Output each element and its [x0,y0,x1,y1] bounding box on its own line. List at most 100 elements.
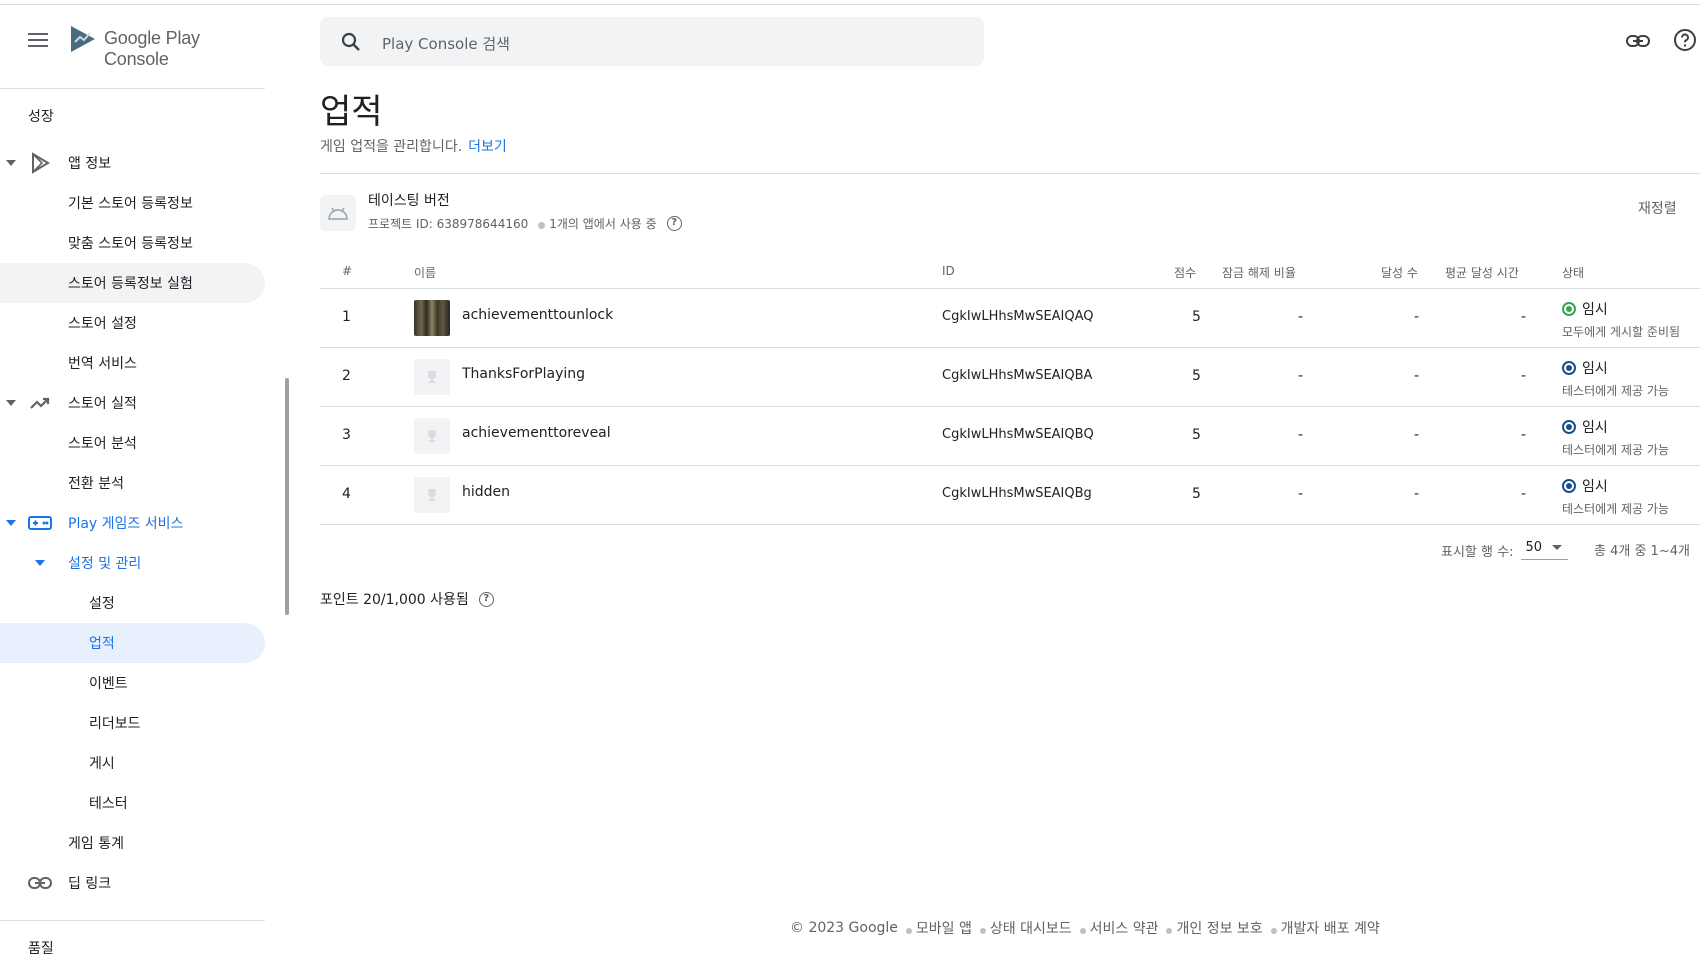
divider [0,88,265,89]
status-detail: 테스터에게 제공 가능 [1562,502,1669,516]
page-subtitle: 게임 업적을 관리합니다. 더보기 [320,136,507,156]
learn-more-link[interactable]: 더보기 [468,139,507,155]
col-unlock-rate[interactable]: 잠금 해제 비율 [1222,264,1296,281]
achievement-name[interactable]: hidden [462,484,510,500]
sidebar-item-label: 전환 분석 [68,476,124,492]
play-console-logo [71,26,95,52]
reorder-button[interactable]: 재정렬 [1638,198,1677,218]
sidebar-item-label: 설정 [89,596,115,612]
status-detail: 테스터에게 제공 가능 [1562,443,1669,457]
sidebar-item-store-performance[interactable]: 스토어 실적 [0,383,265,423]
separator-dot [1270,928,1277,934]
sidebar-item-events[interactable]: 이벤트 [0,663,265,703]
search-icon [341,32,360,51]
footer-link-dev-agreement[interactable]: 개발자 배포 계약 [1281,918,1380,938]
draft-status-icon [1562,420,1576,434]
sidebar-item-publishing[interactable]: 게시 [0,743,265,783]
chevron-down-icon[interactable] [6,160,16,166]
achievements-table: # 이름 ID 점수 잠금 해제 비율 달성 수 평균 달성 시간 상태 1 a… [320,254,1700,525]
status-label: 임시 [1582,420,1608,436]
status-detail: 모두에게 게시할 준비됨 [1562,325,1681,339]
sidebar-item-leaderboards[interactable]: 리더보드 [0,703,265,743]
sidebar-item-setup[interactable]: 설정 [0,583,265,623]
section-quality: 품질 [28,941,54,957]
chevron-down-icon[interactable] [6,520,16,526]
avg-time: - [1521,368,1527,384]
menu-icon[interactable] [28,33,48,47]
points-used: 포인트 20/1,000 사용됨 ? [320,589,494,609]
sidebar-item-app-info[interactable]: 앱 정보 [0,143,265,183]
avg-time: - [1521,309,1527,325]
table-row[interactable]: 4 hidden CgkIwLHhsMwSEAIQBg 5 - - - 임시 테… [320,466,1700,525]
sidebar-item-store-settings[interactable]: 스토어 설정 [0,303,265,343]
achievement-points: 5 [1192,486,1201,502]
chevron-down-icon [1552,545,1562,550]
status-cell: 임시 테스터에게 제공 가능 [1562,417,1669,458]
chevron-down-icon[interactable] [6,400,16,406]
achieved-count: - [1414,368,1420,384]
sidebar-item-conversion-analysis[interactable]: 전환 분석 [0,463,265,503]
footer: © 2023 Google 모바일 앱 상태 대시보드 서비스 약관 개인 정보… [790,918,1380,938]
link-icon[interactable] [1625,28,1651,54]
project-meta: 프로젝트 ID: 638978644160 1개의 앱에서 사용 중 ? [368,215,682,232]
table-row[interactable]: 2 ThanksForPlaying CgkIwLHhsMwSEAIQBA 5 … [320,348,1700,407]
sidebar-item-achievements[interactable]: 업적 [0,623,265,663]
sidebar-scrollbar[interactable] [285,378,289,615]
table-row[interactable]: 1 achievementtounlock CgkIwLHhsMwSEAIQAQ… [320,289,1700,348]
project-name: 테이스팅 버전 [368,193,450,209]
col-id[interactable]: ID [942,264,955,278]
search-input[interactable]: Play Console 검색 [382,33,510,54]
brand-name: Google Play Console [104,28,200,69]
sidebar-nav: 앱 정보 기본 스토어 등록정보 맞춤 스토어 등록정보 스토어 등록정보 실험… [0,143,265,903]
achieved-count: - [1414,427,1420,443]
sidebar-item-translation[interactable]: 번역 서비스 [0,343,265,383]
sidebar-item-deep-links[interactable]: 딥 링크 [0,863,265,903]
rows-per-page: 표시할 행 수: 50 [1441,540,1568,560]
sidebar-item-label: 리더보드 [89,716,141,732]
project-id: 프로젝트 ID: 638978644160 [368,217,529,231]
sidebar-item-game-stats[interactable]: 게임 통계 [0,823,265,863]
sidebar-item-store-analysis[interactable]: 스토어 분석 [0,423,265,463]
help-icon[interactable]: ? [666,216,682,231]
achievement-name[interactable]: ThanksForPlaying [462,366,585,382]
status-label: 임시 [1582,479,1608,495]
footer-link-privacy[interactable]: 개인 정보 보호 [1176,918,1262,938]
footer-link-terms[interactable]: 서비스 약관 [1090,918,1159,938]
table-row[interactable]: 3 achievementtoreveal CgkIwLHhsMwSEAIQBQ… [320,407,1700,466]
footer-link-status-dashboard[interactable]: 상태 대시보드 [990,918,1072,938]
android-icon [320,195,356,231]
sidebar-item-listing-experiments[interactable]: 스토어 등록정보 실험 [0,263,265,303]
sidebar-item-setup-management[interactable]: 설정 및 관리 [0,543,265,583]
rows-per-page-select[interactable]: 50 [1521,540,1568,560]
col-number[interactable]: # [342,264,352,278]
sidebar-item-play-games[interactable]: Play 게임즈 서비스 [0,503,265,543]
col-achieved-count[interactable]: 달성 수 [1381,264,1418,281]
sidebar-item-custom-listing[interactable]: 맞춤 스토어 등록정보 [0,223,265,263]
row-number: 3 [342,427,351,443]
footer-link-mobile-app[interactable]: 모바일 앱 [916,918,972,938]
help-icon[interactable] [1673,28,1697,52]
status-cell: 임시 모두에게 게시할 준비됨 [1562,299,1680,340]
sidebar-item-label: 스토어 분석 [68,436,137,452]
sidebar-item-main-listing[interactable]: 기본 스토어 등록정보 [0,183,265,223]
sidebar-item-label: 번역 서비스 [68,356,137,372]
sidebar-item-label: 업적 [89,636,115,652]
col-name[interactable]: 이름 [414,264,436,281]
pagination-range: 총 4개 중 1~4개 [1594,544,1690,559]
separator-dot [979,928,986,934]
sidebar-item-label: 스토어 실적 [68,396,137,412]
achievement-name[interactable]: achievementtounlock [462,307,613,323]
separator-dot [538,222,546,229]
sidebar-item-label: 게임 통계 [68,836,124,852]
col-status[interactable]: 상태 [1562,264,1584,281]
col-avg-time[interactable]: 평균 달성 시간 [1445,264,1519,281]
separator-dot [1079,928,1086,934]
col-points[interactable]: 점수 [1174,264,1196,281]
sidebar-item-label: 테스터 [89,796,128,812]
achievement-name[interactable]: achievementtoreveal [462,425,611,441]
search-bar[interactable]: Play Console 검색 [320,17,984,66]
status-label: 임시 [1582,361,1608,377]
chevron-down-icon[interactable] [35,560,45,566]
help-icon[interactable]: ? [478,591,494,607]
sidebar-item-testers[interactable]: 테스터 [0,783,265,823]
